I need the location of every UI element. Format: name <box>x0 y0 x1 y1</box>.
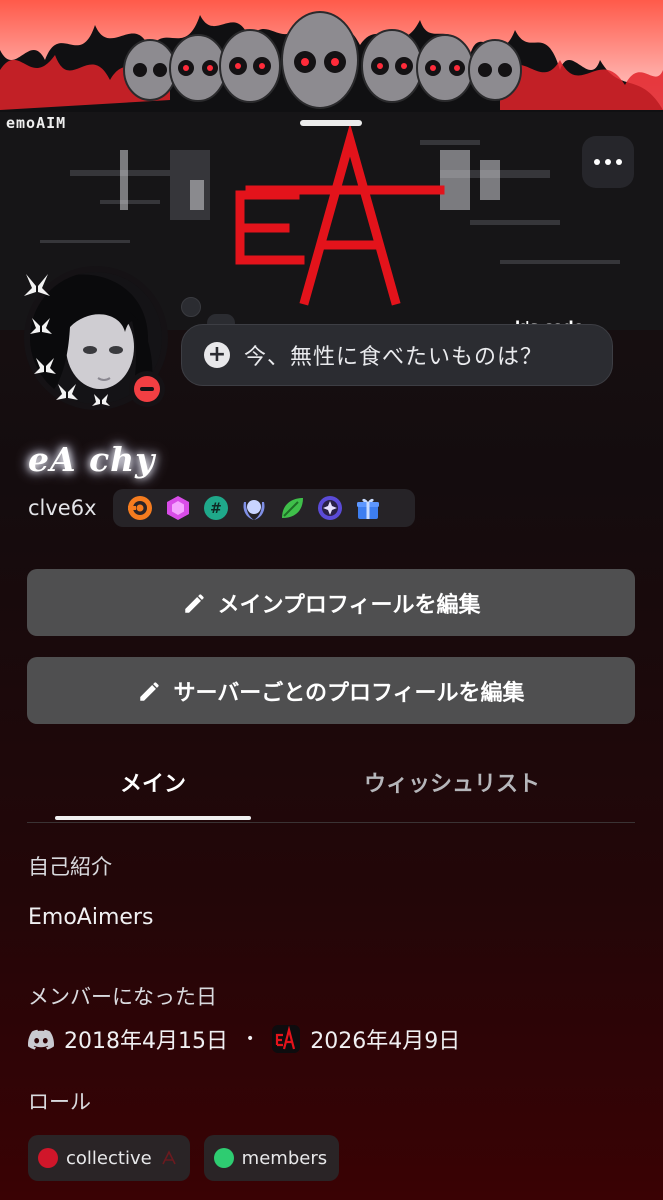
tab-wishlist[interactable]: ウィッシュリスト <box>337 752 567 812</box>
edit-main-profile-button[interactable]: メインプロフィールを編集 <box>27 569 635 636</box>
edit-server-profile-label: サーバーごとのプロフィールを編集 <box>173 680 525 706</box>
server-icon <box>272 1025 301 1053</box>
display-name: eA chy <box>28 440 156 479</box>
hypesquad-badge-icon[interactable] <box>125 493 155 523</box>
role-list: collective members <box>28 1135 340 1181</box>
custom-status-bubble[interactable]: + 今、無性に食べたいものは？ <box>181 324 613 386</box>
member-since-dates: 2018年4月15日 • 2026年4月9日 <box>28 1022 460 1056</box>
badge-list: # <box>113 489 415 527</box>
quest-badge-icon[interactable] <box>315 493 345 523</box>
dot-icon <box>594 159 600 165</box>
dnd-status-indicator <box>129 371 165 407</box>
leaf-badge-icon[interactable] <box>277 493 307 523</box>
gift-badge-icon[interactable] <box>353 493 383 523</box>
hashtag-badge-icon[interactable]: # <box>201 493 231 523</box>
nitro-gem-icon[interactable] <box>163 493 193 523</box>
edit-main-profile-label: メインプロフィールを編集 <box>217 592 481 618</box>
username[interactable]: clve6x <box>28 496 97 520</box>
tab-main[interactable]: メイン <box>55 752 251 812</box>
more-options-button[interactable] <box>582 136 634 188</box>
member-since-heading: メンバーになった日 <box>28 985 217 1009</box>
laurel-badge-icon[interactable] <box>239 493 269 523</box>
pencil-icon <box>140 681 160 701</box>
dot-icon <box>605 159 611 165</box>
role-label: members <box>241 1147 328 1169</box>
active-tab-indicator <box>55 816 251 820</box>
about-heading: 自己紹介 <box>28 855 112 879</box>
roles-heading: ロール <box>28 1090 91 1114</box>
dot-icon <box>616 159 622 165</box>
role-chip[interactable]: members <box>203 1135 340 1181</box>
discord-logo-icon <box>28 1029 54 1050</box>
banner-top-label: emoAIM <box>6 114 67 132</box>
discord-join-date: 2018年4月15日 <box>64 1029 228 1054</box>
pencil-icon <box>184 593 204 613</box>
plus-icon: + <box>204 342 230 368</box>
status-prompt-text: 今、無性に食べたいものは？ <box>244 345 544 370</box>
do-not-disturb-icon <box>134 376 160 402</box>
drag-handle[interactable] <box>300 120 362 126</box>
server-join-date: 2026年4月9日 <box>310 1029 461 1054</box>
svg-text:#: # <box>210 501 222 517</box>
role-star-icon <box>161 1150 176 1165</box>
bubble-tail-dot <box>181 297 201 317</box>
about-text: EmoAimers <box>28 905 154 930</box>
profile-tabs: メイン ウィッシュリスト <box>27 752 635 823</box>
role-color-dot <box>213 1148 234 1168</box>
role-chip[interactable]: collective <box>28 1135 190 1181</box>
role-color-dot <box>38 1148 58 1168</box>
edit-server-profile-button[interactable]: サーバーごとのプロフィールを編集 <box>27 657 635 724</box>
date-separator: • <box>245 1031 255 1047</box>
role-label: collective <box>66 1147 152 1169</box>
